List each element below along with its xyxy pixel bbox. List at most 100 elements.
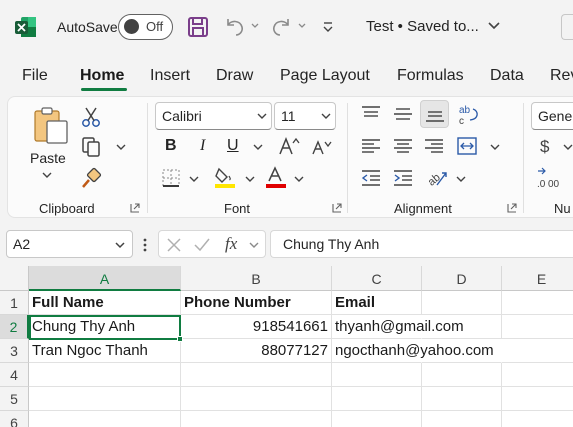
redo-icon[interactable] [270,15,294,39]
tab-page-layout[interactable]: Page Layout [280,67,370,85]
bold-button[interactable]: B [165,137,177,155]
cell-d3[interactable] [422,339,502,363]
fill-handle[interactable] [177,336,183,342]
italic-button[interactable]: I [200,137,205,155]
enter-icon[interactable] [193,237,211,253]
row-header-5[interactable]: 5 [0,387,29,411]
formula-input[interactable]: Chung Thy Anh [270,230,573,258]
row-header-1[interactable]: 1 [0,291,29,315]
align-left-icon[interactable] [360,137,382,155]
copy-dropdown-icon[interactable] [115,142,127,152]
undo-icon[interactable] [222,15,246,39]
cell-d6[interactable] [422,411,502,427]
format-painter-icon[interactable] [80,167,102,189]
paste-dropdown-icon[interactable] [41,170,53,180]
autosave-toggle[interactable]: Off [118,14,173,40]
font-color-icon[interactable] [264,165,288,189]
currency-icon[interactable]: $ [537,135,557,157]
cell-b2[interactable]: 918541661 [181,315,332,339]
cell-a5[interactable] [29,387,181,411]
cell-d1[interactable] [422,291,502,315]
cell-d4[interactable] [422,363,502,387]
cell-c2[interactable]: thyanh@gmail.com [332,315,464,339]
cell-b3[interactable]: 88077127 [181,339,332,363]
cell-c6[interactable] [332,411,422,427]
row-header-2[interactable]: 2 [0,315,29,339]
row-header-3[interactable]: 3 [0,339,29,363]
cell-b6[interactable] [181,411,332,427]
orientation-icon[interactable]: ab [425,166,449,188]
column-header-b[interactable]: B [181,266,332,291]
cancel-icon[interactable] [166,237,182,253]
decrease-indent-icon[interactable] [360,169,382,187]
tab-insert[interactable]: Insert [150,67,190,85]
currency-dropdown-icon[interactable] [562,142,573,152]
tab-draw[interactable]: Draw [216,67,253,85]
decrease-font-size-icon[interactable] [311,137,333,157]
column-header-a[interactable]: A [29,266,181,291]
window-control[interactable] [561,14,573,40]
column-header-d[interactable]: D [422,266,502,291]
customize-toolbar-icon[interactable] [320,18,336,36]
cell-d5[interactable] [422,387,502,411]
tab-home[interactable]: Home [80,67,124,85]
cell-c3[interactable]: ngocthanh@yahoo.com [332,339,494,363]
cut-icon[interactable] [81,106,101,128]
tab-file[interactable]: File [22,67,48,85]
bottom-align-button[interactable] [420,100,449,128]
more-options-icon[interactable] [142,237,148,253]
align-right-icon[interactable] [423,137,445,155]
cell-a1[interactable]: Full Name [29,291,181,315]
font-size-select[interactable]: 11 [274,102,336,130]
align-center-icon[interactable] [392,137,414,155]
increase-font-size-icon[interactable] [278,135,300,157]
merge-dropdown-icon[interactable] [489,142,501,152]
column-header-e[interactable]: E [502,266,573,291]
increase-indent-icon[interactable] [392,169,414,187]
cell-a6[interactable] [29,411,181,427]
paste-icon[interactable] [31,105,71,145]
font-name-select[interactable]: Calibri [155,102,272,130]
cell-a4[interactable] [29,363,181,387]
cell-e6[interactable] [502,411,573,427]
name-box[interactable]: A2 [6,230,133,258]
font-color-dropdown-icon[interactable] [293,174,305,184]
cell-b4[interactable] [181,363,332,387]
number-format-select[interactable]: Gener [531,102,573,130]
merge-center-icon[interactable] [456,135,478,157]
cell-a3[interactable]: Tran Ngoc Thanh [29,339,181,363]
increase-decimal-icon[interactable]: .0 00 [536,165,566,191]
tab-data[interactable]: Data [490,67,524,85]
fill-color-icon[interactable] [213,165,239,189]
fill-color-dropdown-icon[interactable] [244,174,256,184]
clipboard-launcher-icon[interactable] [130,203,140,213]
borders-icon[interactable] [160,167,182,189]
cell-b1[interactable]: Phone Number [181,291,332,315]
wrap-text-icon[interactable]: ab c [456,103,482,127]
font-launcher-icon[interactable] [332,203,342,213]
cell-a2[interactable]: Chung Thy Anh [29,315,181,339]
tab-review[interactable]: Rev [550,67,573,85]
paste-label[interactable]: Paste [30,150,66,166]
redo-dropdown-icon[interactable] [297,18,307,34]
cell-d2[interactable] [422,315,502,339]
cell-b5[interactable] [181,387,332,411]
undo-dropdown-icon[interactable] [250,18,260,34]
orientation-dropdown-icon[interactable] [455,174,467,184]
chevron-down-icon[interactable] [486,18,502,34]
underline-button[interactable]: U [227,137,239,155]
function-dropdown-icon[interactable] [248,240,260,250]
cell-c5[interactable] [332,387,422,411]
middle-align-icon[interactable] [392,105,414,123]
alignment-launcher-icon[interactable] [507,203,517,213]
borders-dropdown-icon[interactable] [188,174,200,184]
insert-function-button[interactable]: fx [225,234,237,254]
document-title[interactable]: Test • Saved to... [366,18,479,35]
tab-formulas[interactable]: Formulas [397,67,464,85]
copy-icon[interactable] [80,136,102,158]
underline-dropdown-icon[interactable] [252,142,264,152]
cell-e1[interactable] [502,291,573,315]
select-all-corner[interactable] [0,266,29,291]
row-header-4[interactable]: 4 [0,363,29,387]
cell-e5[interactable] [502,387,573,411]
